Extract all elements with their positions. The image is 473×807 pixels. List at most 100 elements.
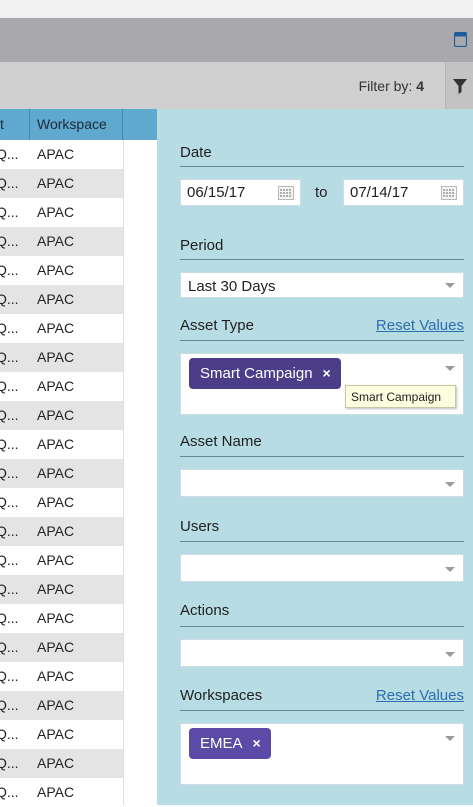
workspace-cell: APAC bbox=[37, 378, 75, 394]
table-row[interactable]: Q... APAC bbox=[0, 256, 123, 285]
actions-label: Actions bbox=[180, 602, 230, 619]
asset-cell: Q... bbox=[0, 552, 19, 568]
asset-cell: Q... bbox=[0, 784, 19, 800]
users-select[interactable] bbox=[180, 554, 464, 582]
divider bbox=[180, 166, 464, 167]
asset-cell: Q... bbox=[0, 320, 19, 336]
remove-tag-icon[interactable]: × bbox=[253, 728, 261, 759]
table-row[interactable]: Q... APAC bbox=[0, 140, 123, 169]
workspace-cell: APAC bbox=[37, 523, 75, 539]
table-row[interactable]: Q... APAC bbox=[0, 314, 123, 343]
date-to-input[interactable]: 07/14/17 bbox=[343, 179, 464, 206]
asset-cell: Q... bbox=[0, 726, 19, 742]
workspace-cell: APAC bbox=[37, 436, 75, 452]
workspace-cell: APAC bbox=[37, 349, 75, 365]
asset-cell: Q... bbox=[0, 436, 19, 452]
table-row[interactable]: Q... APAC bbox=[0, 343, 123, 372]
workspace-cell: APAC bbox=[37, 639, 75, 655]
asset-cell: Q... bbox=[0, 349, 19, 365]
filter-panel: Date 06/15/17 to 07/14/17 Period Last 30… bbox=[157, 109, 473, 805]
asset-cell: Q... bbox=[0, 610, 19, 626]
table-row[interactable]: Q... APAC bbox=[0, 401, 123, 430]
workspace-cell: APAC bbox=[37, 175, 75, 191]
top-strip bbox=[0, 0, 473, 18]
workspace-cell: APAC bbox=[37, 581, 75, 597]
asset-type-label: Asset Type bbox=[180, 317, 254, 334]
workspace-cell: APAC bbox=[37, 320, 75, 336]
asset-cell: Q... bbox=[0, 407, 19, 423]
chevron-down-icon[interactable] bbox=[445, 366, 455, 371]
workspace-cell: APAC bbox=[37, 784, 75, 800]
divider bbox=[180, 340, 464, 341]
column-header-workspace[interactable]: Workspace bbox=[30, 109, 123, 140]
filter-toggle-button[interactable] bbox=[445, 62, 473, 109]
table-row[interactable]: Q... APAC bbox=[0, 488, 123, 517]
calendar-icon[interactable] bbox=[278, 186, 294, 200]
table-row[interactable]: Q... APAC bbox=[0, 372, 123, 401]
calendar-icon[interactable] bbox=[441, 186, 457, 200]
asset-cell: Q... bbox=[0, 494, 19, 510]
divider bbox=[180, 259, 464, 260]
table-row[interactable]: Q... APAC bbox=[0, 604, 123, 633]
workspace-cell: APAC bbox=[37, 755, 75, 771]
workspace-cell: APAC bbox=[37, 726, 75, 742]
table-row[interactable]: Q... APAC bbox=[0, 430, 123, 459]
asset-cell: Q... bbox=[0, 639, 19, 655]
table-row[interactable]: Q... APAC bbox=[0, 720, 123, 749]
workspace-cell: APAC bbox=[37, 697, 75, 713]
workspace-cell: APAC bbox=[37, 668, 75, 684]
workspaces-multiselect[interactable]: EMEA × bbox=[180, 723, 464, 785]
workspace-cell: APAC bbox=[37, 146, 75, 162]
grid-empty-area bbox=[123, 140, 157, 805]
chevron-down-icon bbox=[445, 283, 455, 288]
workspaces-reset-link[interactable]: Reset Values bbox=[376, 687, 464, 704]
workspaces-label: Workspaces bbox=[180, 687, 263, 704]
table-row[interactable]: Q... APAC bbox=[0, 198, 123, 227]
asset-cell: Q... bbox=[0, 523, 19, 539]
asset-cell: Q... bbox=[0, 697, 19, 713]
column-header-asset[interactable]: t bbox=[0, 109, 30, 140]
window-restore-icon[interactable] bbox=[453, 31, 468, 48]
title-bar bbox=[0, 18, 473, 62]
asset-cell: Q... bbox=[0, 378, 19, 394]
table-row[interactable]: Q... APAC bbox=[0, 749, 123, 778]
divider bbox=[180, 541, 464, 542]
asset-cell: Q... bbox=[0, 465, 19, 481]
table-row[interactable]: Q... APAC bbox=[0, 285, 123, 314]
period-select[interactable]: Last 30 Days bbox=[180, 272, 464, 298]
actions-select[interactable] bbox=[180, 639, 464, 667]
chevron-down-icon bbox=[445, 567, 455, 572]
asset-cell: Q... bbox=[0, 581, 19, 597]
chevron-down-icon[interactable] bbox=[445, 736, 455, 741]
period-label: Period bbox=[180, 237, 224, 254]
divider bbox=[180, 456, 464, 457]
tag-tooltip: Smart Campaign bbox=[345, 385, 456, 408]
asset-cell: Q... bbox=[0, 291, 19, 307]
workspace-cell: APAC bbox=[37, 552, 75, 568]
workspace-cell: APAC bbox=[37, 291, 75, 307]
table-row[interactable]: Q... APAC bbox=[0, 778, 123, 807]
asset-cell: Q... bbox=[0, 755, 19, 771]
remove-tag-icon[interactable]: × bbox=[323, 358, 331, 389]
asset-type-reset-link[interactable]: Reset Values bbox=[376, 317, 464, 334]
table-row[interactable]: Q... APAC bbox=[0, 517, 123, 546]
table-row[interactable]: Q... APAC bbox=[0, 633, 123, 662]
results-grid: t Workspace Q... APAC Q... APAC Q... APAC Q...… bbox=[0, 109, 157, 805]
table-row[interactable]: Q... APAC bbox=[0, 662, 123, 691]
asset-type-tag: Smart Campaign × bbox=[189, 358, 341, 389]
asset-name-select[interactable] bbox=[180, 469, 464, 497]
divider bbox=[180, 710, 464, 711]
table-row[interactable]: Q... APAC bbox=[0, 169, 123, 198]
asset-type-tag-label: Smart Campaign bbox=[200, 365, 313, 382]
date-to-value: 07/14/17 bbox=[350, 184, 409, 201]
workspace-tag-label: EMEA bbox=[200, 735, 243, 752]
table-row[interactable]: Q... APAC bbox=[0, 691, 123, 720]
divider bbox=[180, 626, 464, 627]
workspace-cell: APAC bbox=[37, 233, 75, 249]
table-row[interactable]: Q... APAC bbox=[0, 227, 123, 256]
table-row[interactable]: Q... APAC bbox=[0, 546, 123, 575]
table-row[interactable]: Q... APAC bbox=[0, 575, 123, 604]
date-from-input[interactable]: 06/15/17 bbox=[180, 179, 301, 206]
table-row[interactable]: Q... APAC bbox=[0, 459, 123, 488]
workspace-cell: APAC bbox=[37, 465, 75, 481]
